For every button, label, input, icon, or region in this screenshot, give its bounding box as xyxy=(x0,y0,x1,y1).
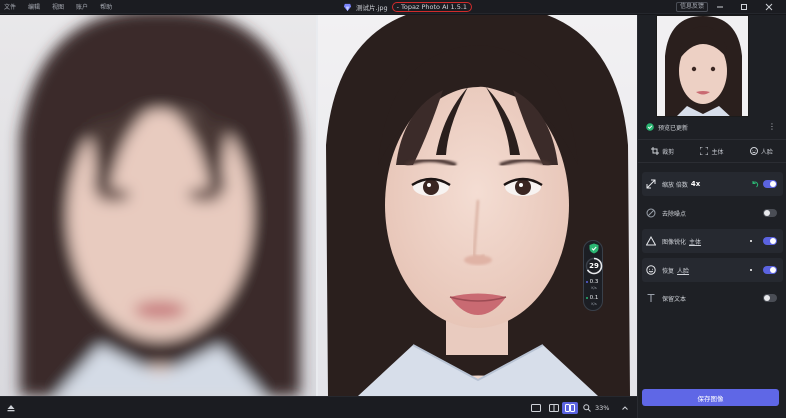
preserve-text-toggle[interactable] xyxy=(763,294,777,302)
undo-icon[interactable] xyxy=(751,180,759,188)
upscale-toggle[interactable] xyxy=(763,180,777,188)
topaz-logo-icon xyxy=(343,3,352,11)
preview-status-row: 预览已更新 ⋮ xyxy=(646,122,780,132)
save-image-button[interactable]: 保存图像 xyxy=(642,389,779,406)
chevron-up-icon[interactable] xyxy=(621,404,629,412)
stat-unit-1: K/s xyxy=(591,286,597,290)
window-title: 测试片.jpg - Topaz Photo AI 1.5.1 xyxy=(343,2,473,12)
recover-mode-link[interactable]: 人脸 xyxy=(677,266,689,275)
bottom-toolbar: 33% xyxy=(0,396,637,418)
denoise-icon xyxy=(646,208,656,218)
denoise-label: 去除噪点 xyxy=(662,210,687,218)
minimize-icon xyxy=(717,6,723,8)
side-by-side-icon xyxy=(565,404,575,412)
eject-icon[interactable] xyxy=(6,403,16,413)
app-version: Topaz Photo AI 1.5.1 xyxy=(401,3,468,11)
tool-row: 裁剪 主体 人脸 xyxy=(638,139,786,163)
app-name: - Topaz Photo AI 1.5.1 xyxy=(391,2,473,12)
face-icon xyxy=(749,147,758,155)
upscale-arrow-icon xyxy=(646,179,656,189)
subject-label: 主体 xyxy=(711,148,724,156)
maximize-icon xyxy=(741,4,747,10)
text-icon xyxy=(647,293,655,302)
menu-account[interactable]: 账户 xyxy=(76,2,88,11)
preserve-text-row[interactable]: 保留文本 xyxy=(642,286,783,310)
single-view-icon xyxy=(531,404,541,412)
title-bar: 文件 编辑 视图 账户 帮助 测试片.jpg - Topaz Photo AI … xyxy=(0,0,786,14)
split-view-button[interactable] xyxy=(546,402,562,414)
shield-check-icon xyxy=(589,243,599,254)
sharpen-row[interactable]: 图像锐化 主体 xyxy=(642,229,783,253)
crop-icon xyxy=(651,147,660,155)
preview-thumbnail[interactable] xyxy=(656,15,749,117)
single-view-button[interactable] xyxy=(528,402,544,414)
stat-unit-2: K/s xyxy=(591,302,597,306)
preserve-text-label: 保留文本 xyxy=(662,295,687,303)
maximize-button[interactable] xyxy=(738,1,750,13)
feedback-button[interactable]: 信息反馈 xyxy=(676,2,709,12)
face-label: 人脸 xyxy=(760,148,773,156)
zoom-control[interactable]: 33% xyxy=(583,402,629,414)
file-name: 测试片.jpg xyxy=(356,4,388,12)
close-icon xyxy=(765,3,773,11)
sharpen-mode-link[interactable]: 主体 xyxy=(689,237,701,246)
face-tool[interactable]: 人脸 xyxy=(749,147,773,156)
recover-face-icon xyxy=(646,265,656,275)
face-score: 29 xyxy=(589,262,599,270)
stat-value-1: 0.3 xyxy=(589,279,599,285)
upscale-row[interactable]: 缩放 倍数 4x xyxy=(642,172,783,196)
face-quality-badge[interactable]: 29 0.3 K/s 0.1 K/s xyxy=(583,240,603,311)
upscale-label: 缩放 倍数 xyxy=(662,181,688,189)
close-button[interactable] xyxy=(763,1,775,13)
original-image[interactable] xyxy=(0,15,316,396)
subject-tool[interactable]: 主体 xyxy=(700,147,724,156)
denoise-row[interactable]: 去除噪点 xyxy=(642,201,783,225)
recover-status-dot xyxy=(750,269,752,271)
side-by-side-view-button[interactable] xyxy=(562,402,578,414)
sharpen-label: 图像锐化 xyxy=(662,238,687,246)
crop-label: 裁剪 xyxy=(662,148,675,156)
sharpen-triangle-icon xyxy=(646,236,656,246)
menu-view[interactable]: 视图 xyxy=(52,2,64,11)
subject-select-icon xyxy=(700,147,709,155)
menu-bar: 文件 编辑 视图 账户 帮助 xyxy=(4,2,112,11)
menu-help[interactable]: 帮助 xyxy=(100,2,112,11)
upscale-value: 4x xyxy=(690,180,701,188)
menu-file[interactable]: 文件 xyxy=(4,2,16,11)
denoise-toggle[interactable] xyxy=(763,209,777,217)
enhanced-image[interactable] xyxy=(318,15,637,396)
minimize-button[interactable] xyxy=(714,1,726,13)
more-options-icon[interactable]: ⋮ xyxy=(768,122,776,131)
zoom-icon xyxy=(583,404,591,412)
preview-status: 预览已更新 xyxy=(658,124,689,132)
sharpen-status-dot xyxy=(750,240,752,242)
image-canvas[interactable]: 29 0.3 K/s 0.1 K/s xyxy=(0,15,637,396)
sharpen-toggle[interactable] xyxy=(763,237,777,245)
stat-value-2: 0.1 xyxy=(589,295,599,301)
check-circle-icon xyxy=(646,123,654,131)
split-view-icon xyxy=(549,404,559,412)
recover-face-toggle[interactable] xyxy=(763,266,777,274)
zoom-level: 33% xyxy=(595,404,610,412)
right-panel: 预览已更新 ⋮ 裁剪 主体 人脸 缩放 倍数 4x 去除噪点 图像锐化 主体 恢… xyxy=(637,15,786,418)
crop-tool[interactable]: 裁剪 xyxy=(651,147,674,156)
recover-face-row[interactable]: 恢复 人脸 xyxy=(642,258,783,282)
menu-edit[interactable]: 编辑 xyxy=(28,2,40,11)
recover-label: 恢复 xyxy=(662,267,675,275)
